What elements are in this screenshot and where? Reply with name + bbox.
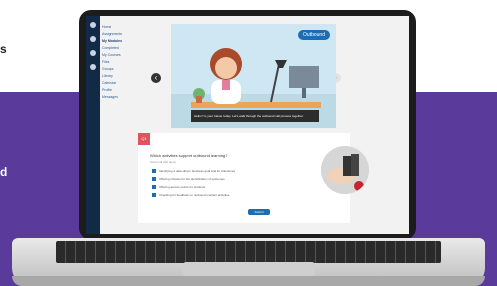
quiz-question: Which activities support outbound learni… bbox=[150, 153, 228, 158]
quiz-subtitle: Select all that apply bbox=[150, 160, 177, 164]
trackpad bbox=[183, 262, 315, 276]
sidebar-nav: Home Assignments My Modules Completed My… bbox=[102, 24, 172, 101]
sidebar-item[interactable]: Library bbox=[102, 73, 172, 80]
sidebar-item[interactable]: My Courses bbox=[102, 52, 172, 59]
hero-illustration: Outbound Hello! I'm your trainer today. … bbox=[171, 24, 336, 128]
sidebar-item[interactable]: Groups bbox=[102, 66, 172, 73]
laptop-base-lip bbox=[12, 276, 485, 286]
sidebar-item[interactable]: Profile bbox=[102, 87, 172, 94]
hero-caption: Hello! I'm your trainer today. Let's wal… bbox=[191, 110, 319, 122]
checkbox[interactable] bbox=[152, 185, 156, 189]
sidebar bbox=[86, 16, 100, 234]
cpr-image bbox=[321, 146, 369, 194]
sidebar-item[interactable]: Files bbox=[102, 59, 172, 66]
sidebar-item[interactable]: Completed bbox=[102, 45, 172, 52]
sidebar-item[interactable]: Assignments bbox=[102, 31, 172, 38]
submit-button[interactable]: Submit bbox=[248, 209, 270, 215]
outbound-tag: Outbound bbox=[298, 30, 330, 40]
menu-icon[interactable] bbox=[90, 22, 96, 28]
quiz-card: Q1 Which activities support outbound lea… bbox=[138, 133, 369, 223]
option-label: Offering access points for students bbox=[159, 185, 206, 189]
sidebar-item-active[interactable]: My Modules bbox=[102, 38, 172, 45]
cropped-text-top: s bbox=[0, 42, 7, 56]
checkbox[interactable] bbox=[152, 193, 156, 197]
cpr-photo bbox=[321, 146, 369, 194]
option-label: Identifying a data-driven business goal … bbox=[159, 169, 236, 173]
sidebar-item[interactable]: Home bbox=[102, 24, 172, 31]
quiz-option[interactable]: Offering access points for students bbox=[152, 185, 205, 189]
cropped-text-mid: d bbox=[0, 165, 8, 179]
sidebar-item[interactable]: Messages bbox=[102, 94, 172, 101]
option-label: Offering choices for the identification … bbox=[159, 177, 225, 181]
keyboard bbox=[56, 241, 441, 263]
checkbox[interactable] bbox=[152, 169, 156, 173]
quiz-badge: Q1 bbox=[138, 133, 150, 145]
checkbox[interactable] bbox=[152, 177, 156, 181]
courses-icon[interactable] bbox=[90, 50, 96, 56]
option-label: Checking for feedback on outbound conten… bbox=[159, 193, 230, 197]
quiz-option[interactable]: Checking for feedback on outbound conten… bbox=[152, 193, 229, 197]
previous-slide-button[interactable]: ‹ bbox=[151, 73, 161, 83]
laptop-screen: Home Assignments My Modules Completed My… bbox=[86, 16, 409, 234]
quiz-option[interactable]: Offering choices for the identification … bbox=[152, 177, 225, 181]
sidebar-item[interactable]: Calendar bbox=[102, 80, 172, 87]
quiz-option[interactable]: Identifying a data-driven business goal … bbox=[152, 169, 235, 173]
settings-icon[interactable] bbox=[90, 64, 96, 70]
home-icon[interactable] bbox=[90, 36, 96, 42]
